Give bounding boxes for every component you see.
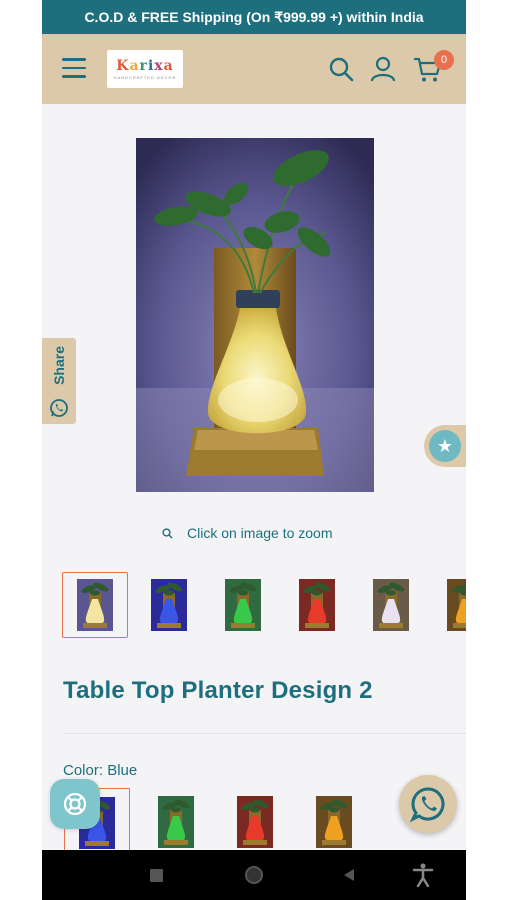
logo-wordmark: Karixa (116, 58, 174, 74)
color-swatch-amber[interactable] (301, 788, 367, 850)
whatsapp-icon (50, 399, 68, 417)
site-header: Karixa HANDCRAFTED DECOR (42, 34, 466, 104)
zoom-hint[interactable]: Click on image to zoom (162, 523, 333, 543)
search-icon (162, 527, 173, 539)
zoom-hint-text: Click on image to zoom (187, 525, 333, 541)
gallery-thumbnail[interactable] (210, 572, 276, 638)
color-label-text: Color: (63, 762, 104, 779)
recents-icon[interactable] (143, 862, 169, 888)
share-button[interactable]: Share (42, 338, 76, 424)
cart-count-badge: 0 (434, 50, 454, 70)
gallery-thumbnail[interactable] (432, 572, 466, 638)
site-logo[interactable]: Karixa HANDCRAFTED DECOR (107, 50, 183, 88)
gallery-thumbnail[interactable] (136, 572, 202, 638)
back-icon[interactable] (336, 862, 362, 888)
star-icon: ★ (429, 430, 461, 462)
thumbnail-strip (62, 572, 466, 638)
color-swatch-red[interactable] (222, 788, 288, 850)
gallery-thumbnail[interactable] (358, 572, 424, 638)
help-button[interactable] (50, 779, 100, 829)
gallery-thumbnail[interactable] (284, 572, 350, 638)
home-icon[interactable] (241, 862, 267, 888)
phone-screen: C.O.D & FREE Shipping (On ₹999.99 +) wit… (42, 0, 466, 900)
announcement-bar: C.O.D & FREE Shipping (On ₹999.99 +) wit… (42, 0, 466, 34)
system-nav-bar (42, 850, 466, 900)
logo-tagline: HANDCRAFTED DECOR (113, 75, 177, 80)
reviews-button[interactable]: ★ (424, 425, 466, 467)
accessibility-icon[interactable] (410, 862, 436, 888)
announcement-text: C.O.D & FREE Shipping (On ₹999.99 +) wit… (84, 8, 424, 25)
share-label: Share (51, 346, 67, 385)
search-icon[interactable] (328, 56, 354, 82)
color-swatch-green[interactable] (143, 788, 209, 850)
whatsapp-chat-button[interactable] (399, 775, 457, 833)
whatsapp-icon (409, 787, 445, 823)
divider (63, 733, 466, 734)
color-value: Blue (107, 762, 138, 779)
product-title: Table Top Planter Design 2 (63, 677, 373, 704)
product-main-image[interactable] (136, 138, 374, 492)
color-label: Color: Blue (63, 762, 137, 779)
menu-icon[interactable] (62, 58, 86, 78)
user-icon[interactable] (370, 56, 396, 82)
gallery-thumbnail[interactable] (62, 572, 128, 638)
lifebuoy-icon (63, 792, 87, 816)
